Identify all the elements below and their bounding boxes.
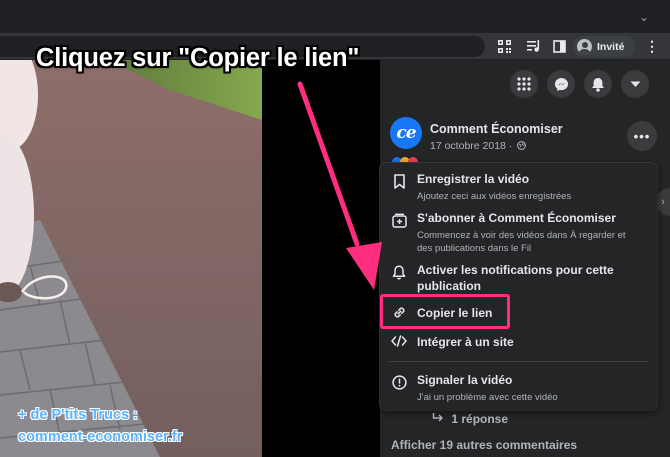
screenshot: ⌄ Invité ⋮ ce Comment Économiser 17 octo… [0,0,670,457]
menu-item-label: Activer les notifications pour cette [417,263,614,277]
menu-item-label: Signaler la vidéo [417,373,513,387]
video-player[interactable] [0,60,262,457]
menu-item-save-video[interactable]: Enregistrer la vidéo Ajoutez ceci aux vi… [388,171,649,205]
profile-icon [577,39,592,54]
report-icon [391,374,407,390]
page-avatar[interactable]: ce [390,117,422,149]
menu-item-description: Commencez à voir des vidéos dans À regar… [417,230,626,241]
more-comments-link[interactable]: Afficher 19 autres commentaires [391,438,577,452]
menu-divider [388,361,649,362]
post-date[interactable]: 17 octobre 2018 · [430,140,527,152]
menu-item-label: S'abonner à Comment Économiser [417,211,616,225]
post-author[interactable]: Comment Économiser [430,122,563,136]
menu-item-description: des publications dans le Fil [417,243,532,254]
menu-item-subscribe[interactable]: S'abonner à Comment Économiser Commencez… [388,210,649,258]
video-letterbox [262,60,380,457]
tab-list-icon[interactable]: ⌄ [636,9,652,25]
browser-tab-strip: ⌄ [0,0,670,33]
menu-kebab-icon[interactable]: ⋮ [645,38,659,54]
subscribe-icon [391,212,407,228]
bell-icon [391,264,407,280]
globe-icon [517,141,527,150]
video-frame-image [0,60,262,457]
menu-item-label: Enregistrer la vidéo [417,172,530,186]
menu-item-label: Intégrer à un site [417,335,514,349]
menu-item-embed[interactable]: Intégrer à un site [388,332,649,352]
media-queue-icon[interactable] [526,38,542,54]
post-date-text: 17 octobre 2018 · [430,140,513,152]
messenger-icon[interactable] [547,70,575,98]
copy-link-highlight-box [380,294,510,329]
reply-link[interactable]: 1 réponse [432,412,508,426]
code-icon [391,333,407,349]
instruction-headline: Cliquez sur "Copier le lien" [36,44,360,72]
profile-button[interactable]: Invité [573,36,635,57]
apps-grid-icon[interactable] [510,70,538,98]
bookmark-icon [391,173,407,189]
post-more-options-button[interactable]: ••• [627,121,657,151]
side-panel-icon[interactable] [551,38,567,54]
menu-item-label-continued: publication [417,279,481,293]
menu-item-description: Ajoutez ceci aux vidéos enregistrées [417,191,572,202]
notifications-bell-icon[interactable] [584,70,612,98]
profile-name: Invité [597,40,625,53]
watermark-line-1: + de P'tits Trucs : [18,407,138,423]
menu-item-notifications[interactable]: Activer les notifications pour cette pub… [388,262,649,296]
post-options-menu: Enregistrer la vidéo Ajoutez ceci aux vi… [380,163,657,410]
watermark-line-2: comment-economiser.fr [18,429,183,445]
reply-count: 1 réponse [451,412,509,426]
qr-code-icon[interactable] [496,38,512,54]
menu-item-report[interactable]: Signaler la vidéo J'ai un problème avec … [388,372,649,406]
menu-item-description: J'ai un problème avec cette vidéo [417,392,558,403]
reply-arrow-icon [432,413,443,422]
account-dropdown-icon[interactable] [621,70,649,98]
